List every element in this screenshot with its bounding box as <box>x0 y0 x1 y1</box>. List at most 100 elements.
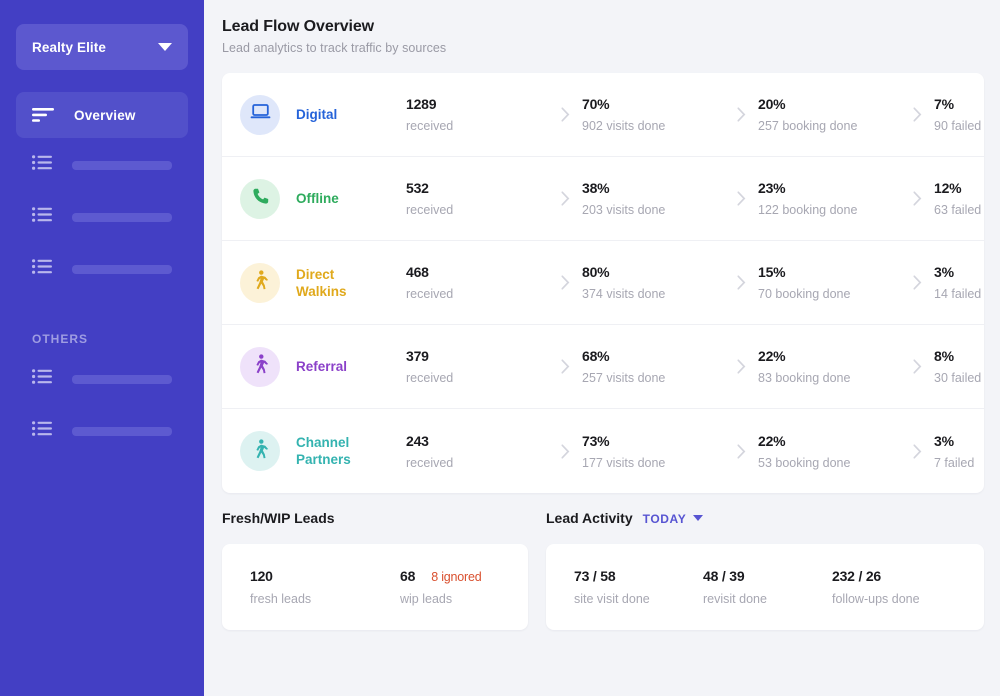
chevron-down-icon[interactable] <box>693 515 703 521</box>
stat-bookings: 22% 53 booking done <box>758 433 900 470</box>
sidebar-item-label-placeholder <box>72 213 172 222</box>
status-badge: 8 ignored <box>431 570 481 584</box>
source-badge <box>240 95 280 135</box>
sidebar-section-others: OTHERS <box>16 332 188 346</box>
sort-lines-icon <box>32 108 54 122</box>
sidebar-item-overview[interactable]: Overview <box>16 92 188 138</box>
brand-name: Realty Elite <box>32 40 106 55</box>
chevron-right-icon <box>548 275 582 290</box>
metric-fresh-leads: 120 fresh leads <box>250 568 400 606</box>
stat-bookings: 20% 257 booking done <box>758 96 900 133</box>
metric-label: revisit done <box>703 592 832 606</box>
stat-received: 1289 received <box>406 96 548 133</box>
list-icon <box>32 155 52 175</box>
lead-flow-table: Digital 1289 received 70% 902 visits don… <box>222 73 984 493</box>
stat-visits: 73% 177 visits done <box>582 433 724 470</box>
stat-visits: 80% 374 visits done <box>582 264 724 301</box>
stat-label: received <box>406 203 548 217</box>
chevron-right-icon <box>900 191 934 206</box>
metric-number: 232 / 26 <box>832 568 881 584</box>
chevron-right-icon <box>900 107 934 122</box>
chevron-right-icon <box>724 107 758 122</box>
stat-value: 532 <box>406 180 548 196</box>
stat-label: 257 booking done <box>758 119 900 133</box>
stat-bookings: 23% 122 booking done <box>758 180 900 217</box>
sidebar-other-item-1[interactable] <box>16 354 188 404</box>
chevron-right-icon <box>548 444 582 459</box>
section-title: Fresh/WIP Leads <box>222 510 335 526</box>
stat-bookings: 15% 70 booking done <box>758 264 900 301</box>
stat-value: 243 <box>406 433 548 449</box>
stat-received: 243 received <box>406 433 548 470</box>
stat-label: 70 booking done <box>758 287 900 301</box>
stat-failed: 12% 63 failed <box>934 180 984 217</box>
stat-label: 14 failed <box>934 287 984 301</box>
sidebar-other-item-2[interactable] <box>16 406 188 456</box>
stat-label: received <box>406 119 548 133</box>
stat-value: 38% <box>582 180 724 196</box>
bottom-section: Fresh/WIP Leads 120 fresh leads 68 8 ign… <box>222 510 984 630</box>
table-row[interactable]: Direct Walkins 468 received 80% 374 visi… <box>222 241 984 325</box>
stat-visits: 38% 203 visits done <box>582 180 724 217</box>
metric-label: fresh leads <box>250 592 400 606</box>
stat-label: received <box>406 371 548 385</box>
source-badge <box>240 431 280 471</box>
chevron-down-icon <box>158 43 172 51</box>
stat-label: received <box>406 287 548 301</box>
chevron-right-icon <box>724 191 758 206</box>
lead-activity-header: Lead Activity TODAY <box>546 510 984 532</box>
stat-value: 15% <box>758 264 900 280</box>
metric-value: 232 / 26 <box>832 568 961 584</box>
stat-label: 177 visits done <box>582 456 724 470</box>
source-name: Digital <box>296 106 337 123</box>
sidebar-item-placeholder-2[interactable] <box>16 192 188 242</box>
row-source: Referral <box>240 347 406 387</box>
lead-activity-column: Lead Activity TODAY 73 / 58 site visit d… <box>546 510 984 630</box>
stat-value: 22% <box>758 348 900 364</box>
metric-wip-leads: 68 8 ignored wip leads <box>400 568 550 606</box>
fresh-wip-header: Fresh/WIP Leads <box>222 510 528 532</box>
phone-icon <box>251 187 270 211</box>
source-badge <box>240 263 280 303</box>
stat-label: 53 booking done <box>758 456 900 470</box>
chevron-right-icon <box>548 107 582 122</box>
page-title: Lead Flow Overview <box>222 18 984 36</box>
metric-label: follow-ups done <box>832 592 961 606</box>
metric-number: 120 <box>250 568 273 584</box>
stat-label: 257 visits done <box>582 371 724 385</box>
row-source: Channel Partners <box>240 431 406 471</box>
sidebar-item-placeholder-1[interactable] <box>16 140 188 190</box>
sidebar-item-placeholder-3[interactable] <box>16 244 188 294</box>
chevron-right-icon <box>548 359 582 374</box>
chevron-right-icon <box>900 444 934 459</box>
metric-value: 48 / 39 <box>703 568 832 584</box>
app-root: Realty Elite Overview <box>0 0 1000 696</box>
lead-activity-panel: 73 / 58 site visit done 48 / 39 revisit … <box>546 544 984 630</box>
page-subtitle: Lead analytics to track traffic by sourc… <box>222 41 984 55</box>
sidebar-item-label-placeholder <box>72 375 172 384</box>
source-name: Channel Partners <box>296 434 376 468</box>
table-row[interactable]: Offline 532 received 38% 203 visits done <box>222 157 984 241</box>
brand-selector[interactable]: Realty Elite <box>16 24 188 70</box>
walking-person-icon <box>252 354 269 379</box>
stat-received: 532 received <box>406 180 548 217</box>
metric-site-visit: 73 / 58 site visit done <box>574 568 703 606</box>
stat-label: 122 booking done <box>758 203 900 217</box>
stat-failed: 3% 14 failed <box>934 264 984 301</box>
stat-value: 3% <box>934 433 984 449</box>
metric-revisit: 48 / 39 revisit done <box>703 568 832 606</box>
table-row[interactable]: Digital 1289 received 70% 902 visits don… <box>222 73 984 157</box>
row-source: Direct Walkins <box>240 263 406 303</box>
table-row[interactable]: Referral 379 received 68% 257 visits don… <box>222 325 984 409</box>
activity-filter-button[interactable]: TODAY <box>643 512 687 526</box>
stat-value: 73% <box>582 433 724 449</box>
metric-label: wip leads <box>400 592 550 606</box>
stat-label: 63 failed <box>934 203 984 217</box>
table-row[interactable]: Channel Partners 243 received 73% 177 vi… <box>222 409 984 493</box>
source-name: Referral <box>296 358 347 375</box>
row-source: Digital <box>240 95 406 135</box>
stat-value: 8% <box>934 348 984 364</box>
stat-value: 7% <box>934 96 984 112</box>
chevron-right-icon <box>724 444 758 459</box>
stat-received: 468 received <box>406 264 548 301</box>
